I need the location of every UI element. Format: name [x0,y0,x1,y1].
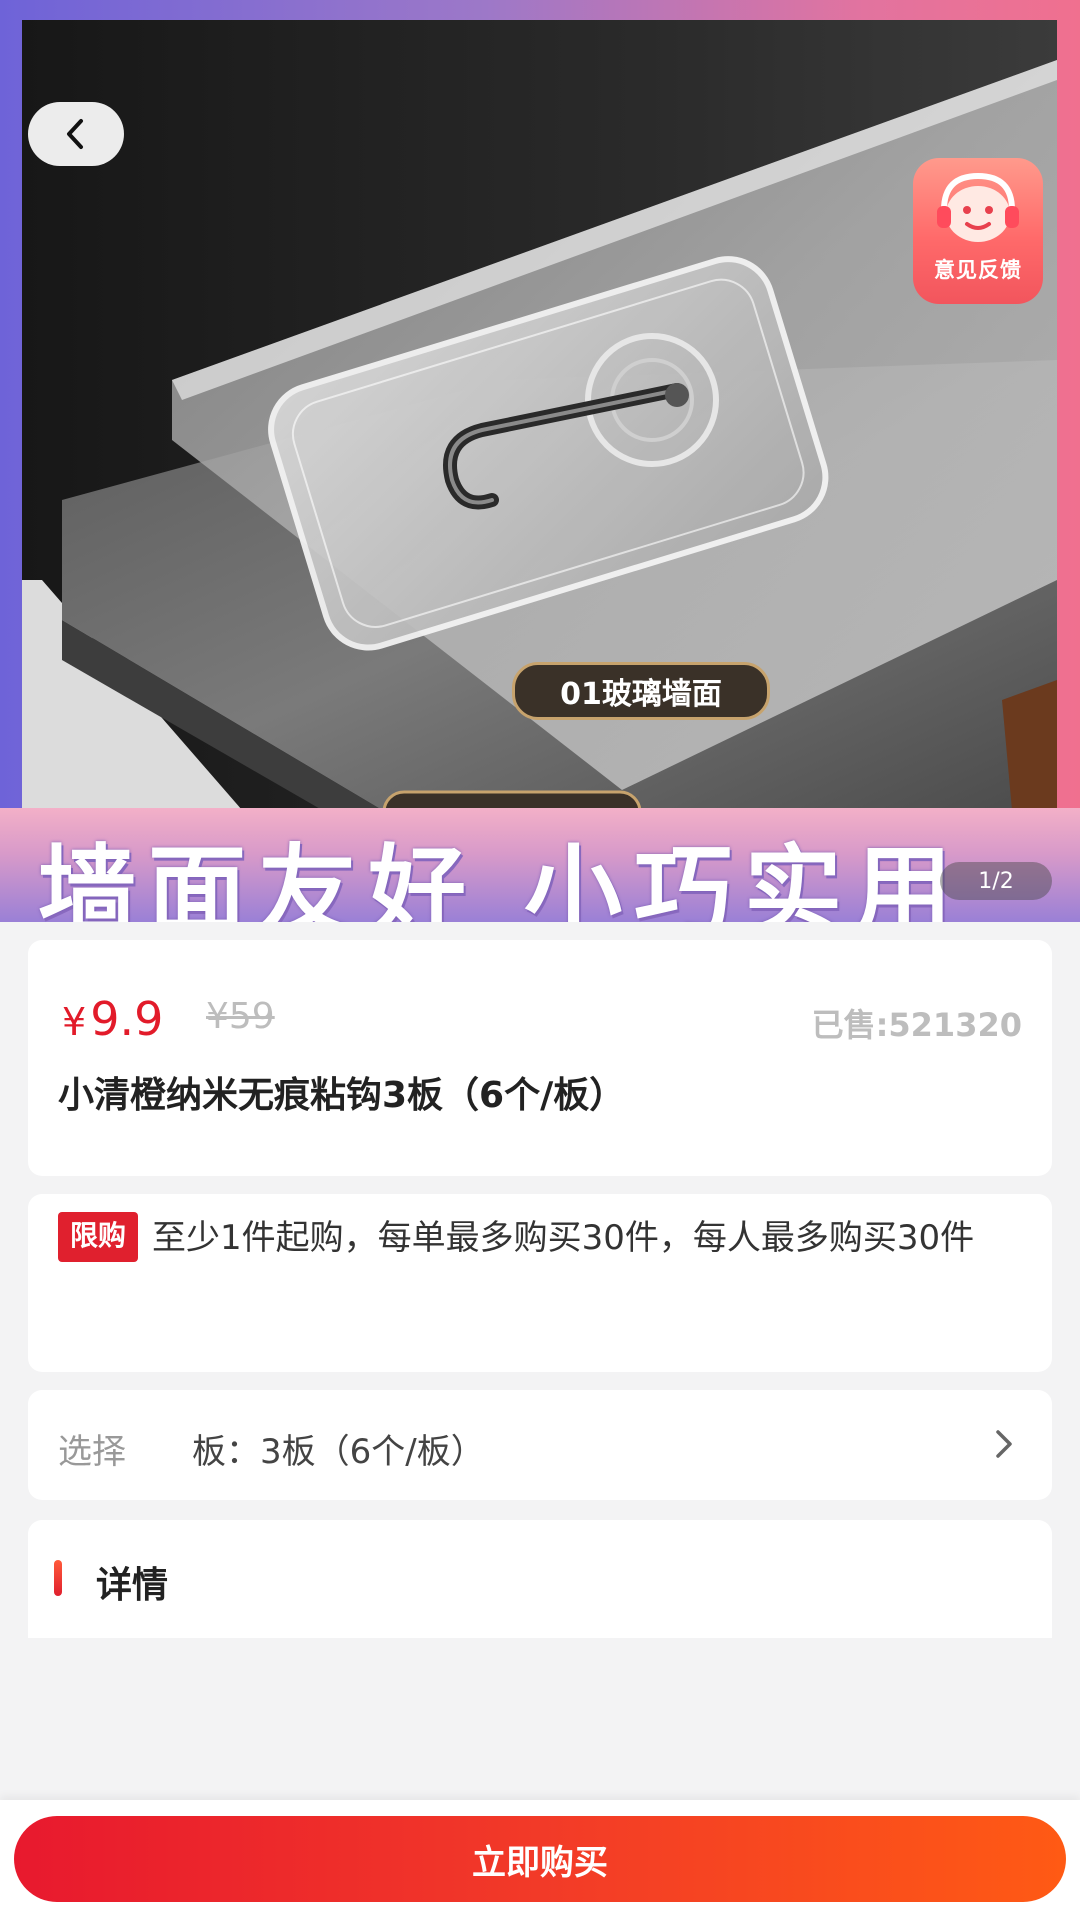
section-accent-bar [54,1560,62,1596]
surface-label: 01玻璃墙面 [512,662,770,720]
bottom-action-bar: 立即购买 [0,1800,1080,1920]
purchase-limit-card: 限购 至少1件起购，每单最多购买30件，每人最多购买30件 [28,1194,1052,1372]
currency-symbol: ¥ [62,1000,87,1044]
purchase-limit-text-block: 限购 至少1件起购，每单最多购买30件，每人最多购买30件 [58,1211,1038,1265]
detail-section: 详情 [28,1520,1052,1638]
promo-banner-text: 墙面友好 小巧实用 [38,834,965,922]
feedback-label: 意见反馈 [934,258,1022,282]
price-card: ¥9.9 ¥59 已售:521320 小清橙纳米无痕粘钩3板（6个/板） [28,940,1052,1176]
buy-now-button[interactable]: 立即购买 [14,1816,1066,1902]
spec-selector[interactable]: 选择 板：3板（6个/板） [28,1390,1052,1500]
smiley-headset-icon [937,172,1019,242]
chevron-right-icon [996,1430,1012,1458]
detail-title: 详情 [96,1565,169,1606]
limit-badge: 限购 [58,1211,139,1262]
selected-spec: 板：3板（6个/板） [192,1432,485,1472]
feedback-button[interactable]: 意见反馈 [913,158,1043,304]
select-label: 选择 [58,1432,126,1472]
image-pager: 1/2 [940,862,1052,900]
back-button[interactable] [28,102,124,166]
price-value: 9.9 [90,992,164,1046]
current-price: ¥9.9 [62,992,163,1046]
purchase-limit-text: 至少1件起购，每单最多购买30件，每人最多购买30件 [152,1218,975,1258]
product-title: 小清橙纳米无痕粘钩3板（6个/板） [58,1075,626,1116]
chevron-left-icon [67,119,83,149]
original-price: ¥59 [206,996,275,1037]
product-gallery[interactable]: 意见反馈 01玻璃墙面 墙面友好 小巧实用 1/2 [0,0,1080,922]
sold-count: 已售:521320 [811,1006,1022,1044]
